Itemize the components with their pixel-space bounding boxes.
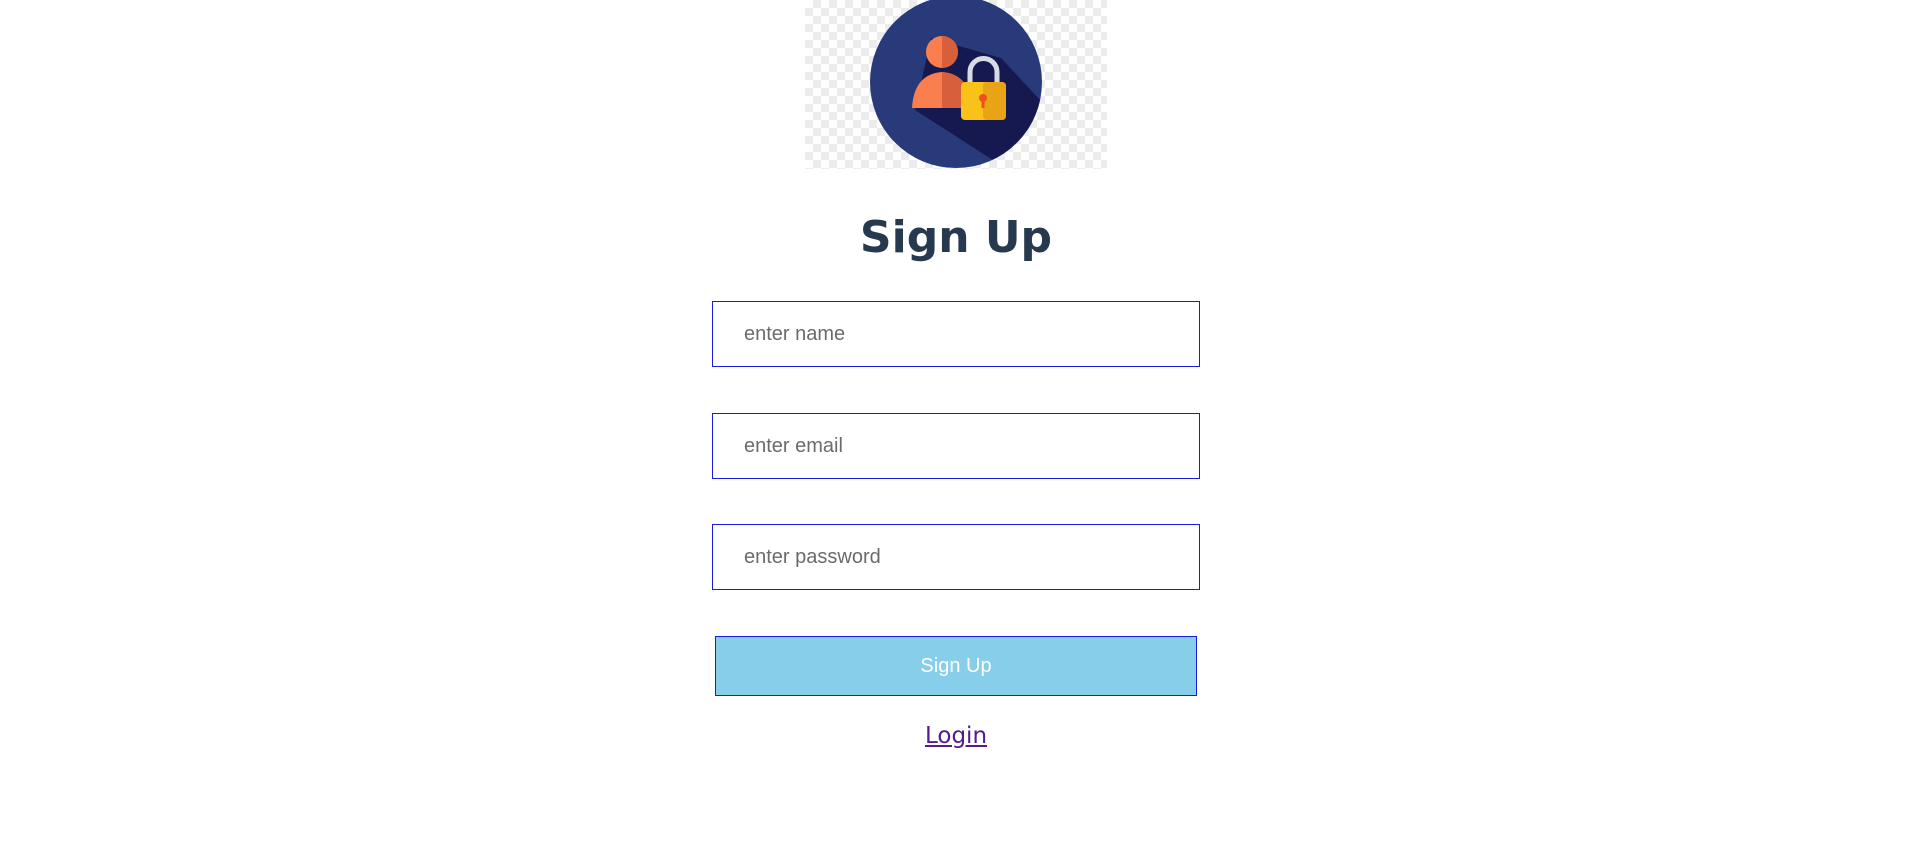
user-lock-icon	[870, 0, 1042, 168]
keyhole-slot	[981, 99, 985, 108]
logo-image	[805, 0, 1107, 169]
name-input[interactable]	[712, 301, 1200, 367]
login-link-container: Login	[0, 720, 1912, 752]
sign-up-button[interactable]: Sign Up	[715, 636, 1197, 696]
email-input[interactable]	[712, 413, 1200, 479]
lock-body-shade	[983, 82, 1006, 120]
login-link[interactable]: Login	[925, 723, 987, 749]
page-title: Sign Up	[859, 212, 1053, 263]
password-input[interactable]	[712, 524, 1200, 590]
